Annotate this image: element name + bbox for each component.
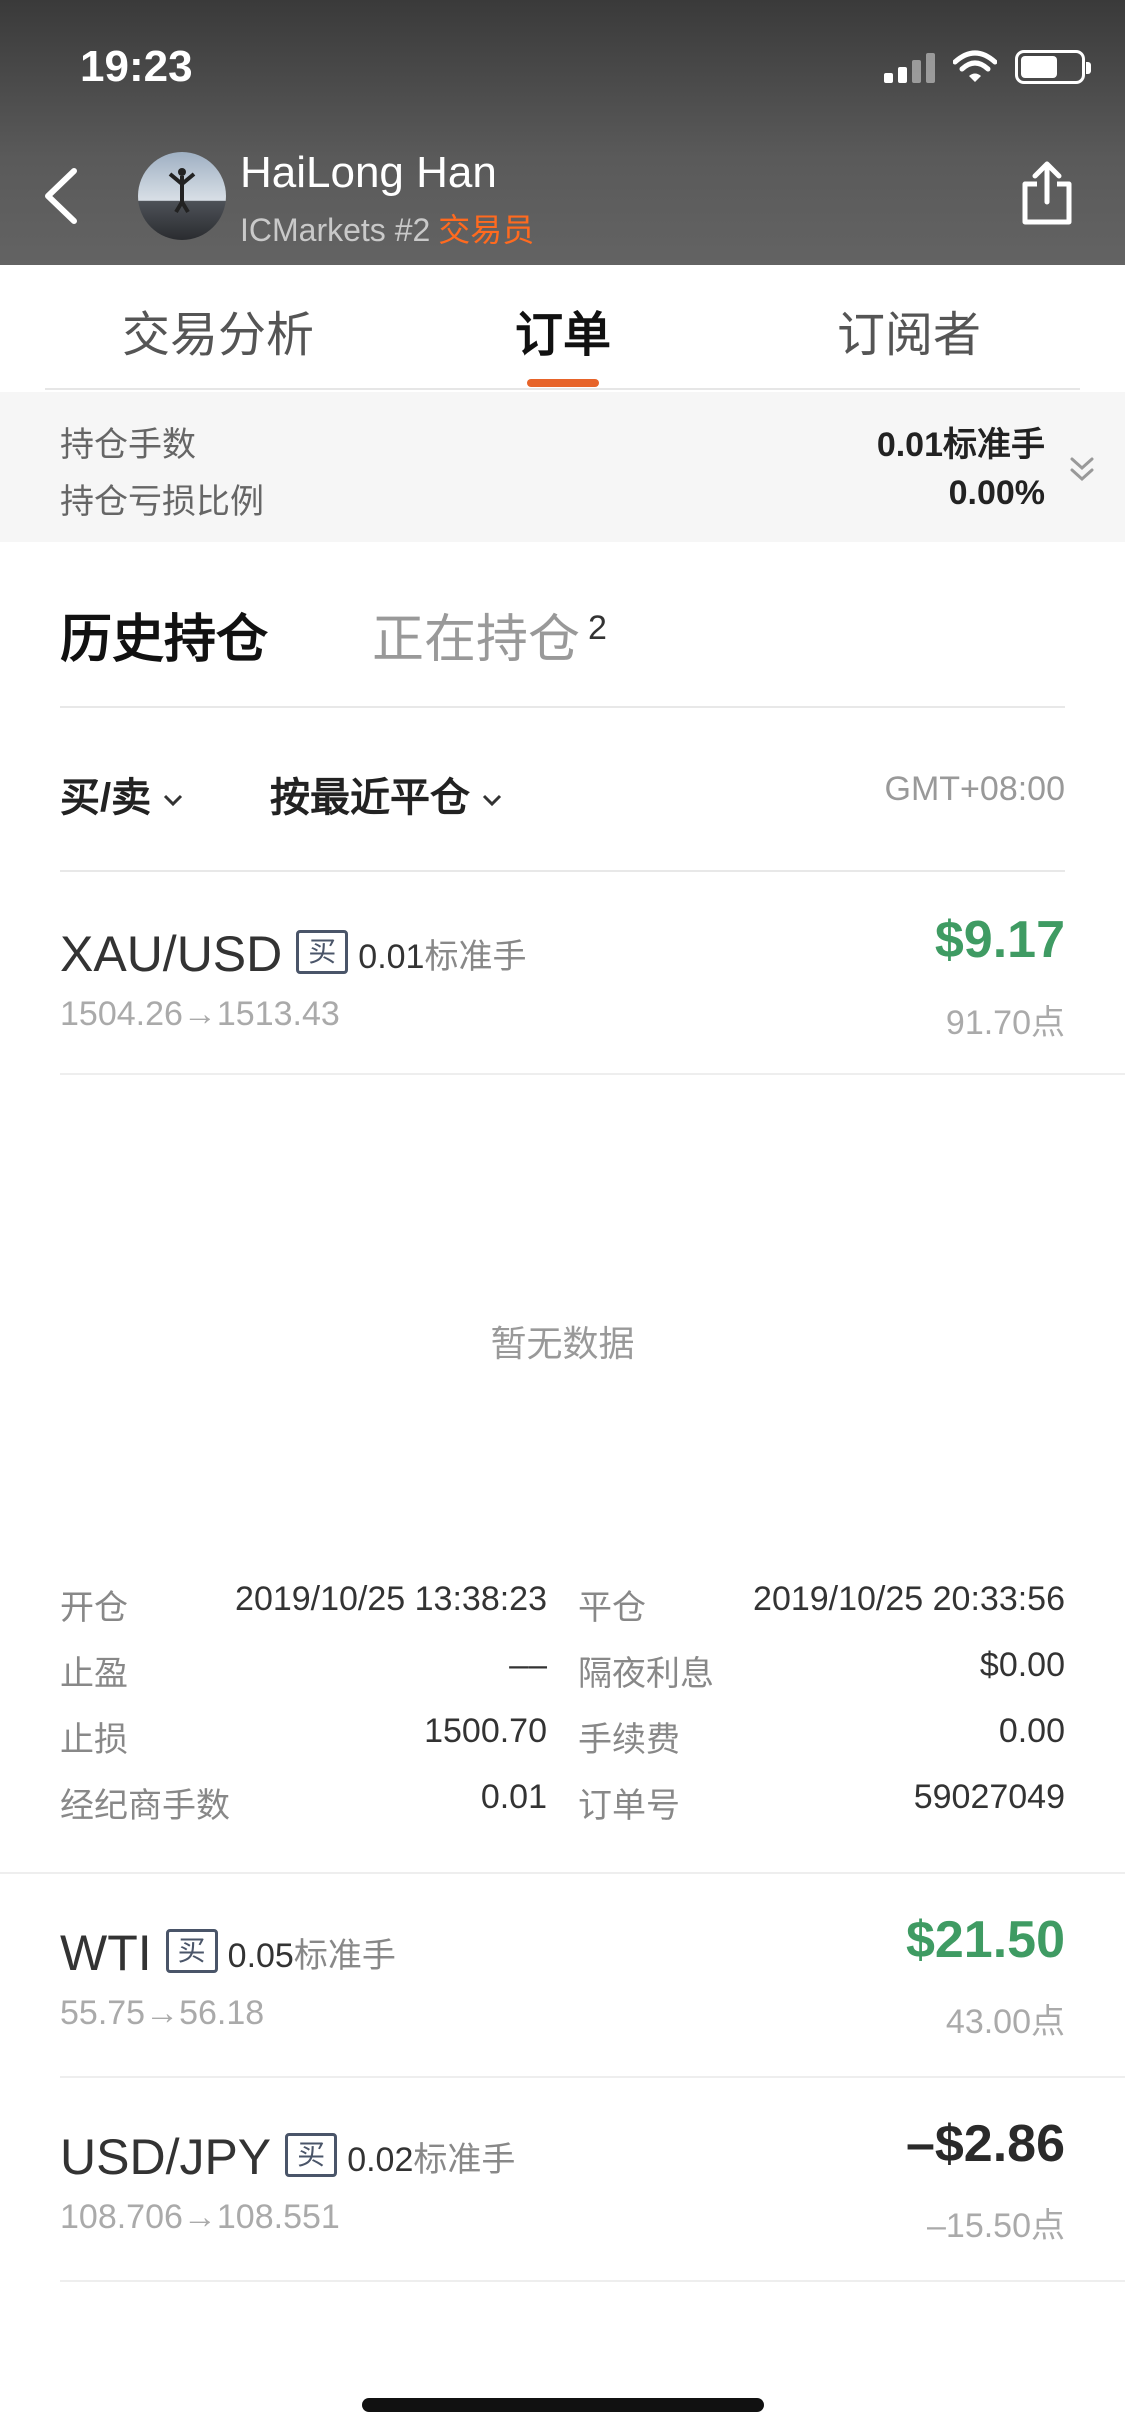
- row-divider: [60, 1073, 1125, 1075]
- fee-label: 手续费: [578, 1721, 680, 1759]
- loss-ratio-label: 持仓亏损比例: [60, 483, 264, 521]
- side-badge: 买: [296, 929, 349, 974]
- trader-subtitle: ICMarkets #2 交易员: [240, 205, 534, 251]
- order-row[interactable]: WTI 买 0.05标准手 55.75→56.18 $21.50 43.00点: [0, 1874, 1125, 2078]
- trader-role: 交易员: [438, 212, 535, 248]
- side-filter-label: 买/卖: [60, 776, 152, 820]
- lots-value: 0.01标准手: [876, 426, 1045, 464]
- broker-lots-value: 0.01: [480, 1778, 547, 1816]
- active-tab-indicator: [527, 379, 599, 387]
- open-time-label: 开仓: [60, 1589, 128, 1627]
- chevron-down-icon: [482, 795, 502, 807]
- sort-filter-label: 按最近平仓: [270, 776, 470, 820]
- tab-subscribers[interactable]: 订阅者: [837, 295, 981, 365]
- battery-icon: [1015, 50, 1091, 84]
- order-number-label: 订单号: [578, 1787, 680, 1825]
- back-icon[interactable]: [38, 165, 88, 227]
- swap-label: 隔夜利息: [578, 1655, 714, 1693]
- order-lots: 0.01标准手: [358, 938, 527, 977]
- order-pnl: $9.17: [934, 911, 1065, 969]
- empty-state-text: 暂无数据: [490, 1323, 635, 1364]
- trader-name: HaiLong Han: [240, 148, 497, 197]
- broker-account: ICMarkets #2: [240, 212, 431, 248]
- expand-chevron-icon[interactable]: [1067, 454, 1097, 484]
- order-row[interactable]: XAU/USD 买 0.01标准手 1504.26→1513.43 $9.17 91…: [0, 870, 1125, 1075]
- main-tabs: 交易分析 订单 订阅者: [45, 265, 1080, 390]
- take-profit-value: ––: [509, 1646, 547, 1684]
- row-divider: [60, 2280, 1125, 2282]
- order-points: 43.00点: [945, 2003, 1065, 2041]
- subtab-open-label: 正在持仓: [372, 611, 581, 669]
- order-points: –15.50点: [927, 2207, 1065, 2245]
- swap-value: $0.00: [979, 1646, 1065, 1684]
- order-symbol: WTI: [60, 1925, 152, 1981]
- stop-loss-value: 1500.70: [424, 1712, 547, 1750]
- position-summary[interactable]: 持仓手数 0.01标准手 持仓亏损比例 0.00%: [0, 392, 1125, 542]
- order-number-value: 59027049: [913, 1778, 1065, 1816]
- avatar[interactable]: [138, 152, 226, 240]
- loss-ratio-value: 0.00%: [948, 474, 1045, 512]
- share-icon[interactable]: [1019, 158, 1075, 228]
- person-silhouette-icon: [168, 168, 196, 214]
- subtab-open[interactable]: 正在持仓 2: [372, 597, 607, 672]
- tab-orders[interactable]: 订单: [515, 295, 611, 365]
- fee-value: 0.00: [998, 1712, 1065, 1750]
- wifi-icon: [953, 50, 997, 82]
- order-pnl: $21.50: [905, 1911, 1065, 1969]
- order-lots: 0.02标准手: [347, 2141, 516, 2180]
- subtab-divider: [60, 706, 1065, 708]
- tab-analysis[interactable]: 交易分析: [122, 295, 314, 365]
- stop-loss-label: 止损: [60, 1721, 128, 1759]
- order-pnl: –$2.86: [905, 2115, 1065, 2173]
- order-lots: 0.05标准手: [227, 1937, 396, 1976]
- order-row[interactable]: USD/JPY 买 0.02标准手 108.706→108.551 –$2.86 –…: [0, 2078, 1125, 2282]
- open-count: 2: [588, 608, 607, 647]
- side-badge: 买: [285, 2132, 338, 2177]
- broker-lots-label: 经纪商手数: [60, 1787, 230, 1825]
- order-symbol: USD/JPY: [60, 2129, 272, 2185]
- subtab-history[interactable]: 历史持仓: [60, 597, 268, 672]
- home-indicator[interactable]: [362, 2398, 764, 2412]
- close-time-label: 平仓: [578, 1589, 646, 1627]
- price-path: 108.706→108.551: [60, 2198, 340, 2236]
- order-points: 91.70点: [945, 1004, 1065, 1042]
- timezone-label: GMT+08:00: [884, 770, 1065, 808]
- side-badge: 买: [165, 1928, 218, 1973]
- side-filter[interactable]: 买/卖: [60, 765, 185, 823]
- close-time-value: 2019/10/25 20:33:56: [753, 1580, 1065, 1618]
- bottom-safe-area: [0, 2330, 1125, 2436]
- order-symbol: XAU/USD: [60, 926, 283, 982]
- profile-header: 19:23 HaiLong Han ICMarkets #2 交易员: [0, 0, 1125, 265]
- price-path: 55.75→56.18: [60, 1994, 265, 2032]
- price-path: 1504.26→1513.43: [60, 995, 340, 1033]
- open-time-value: 2019/10/25 13:38:23: [235, 1580, 547, 1618]
- status-time: 19:23: [80, 42, 193, 91]
- take-profit-label: 止盈: [60, 1655, 128, 1693]
- lots-label: 持仓手数: [60, 426, 196, 464]
- chevron-down-icon: [164, 795, 183, 807]
- status-icons: [884, 50, 1091, 84]
- sort-filter[interactable]: 按最近平仓: [270, 765, 504, 823]
- signal-icon: [884, 51, 935, 83]
